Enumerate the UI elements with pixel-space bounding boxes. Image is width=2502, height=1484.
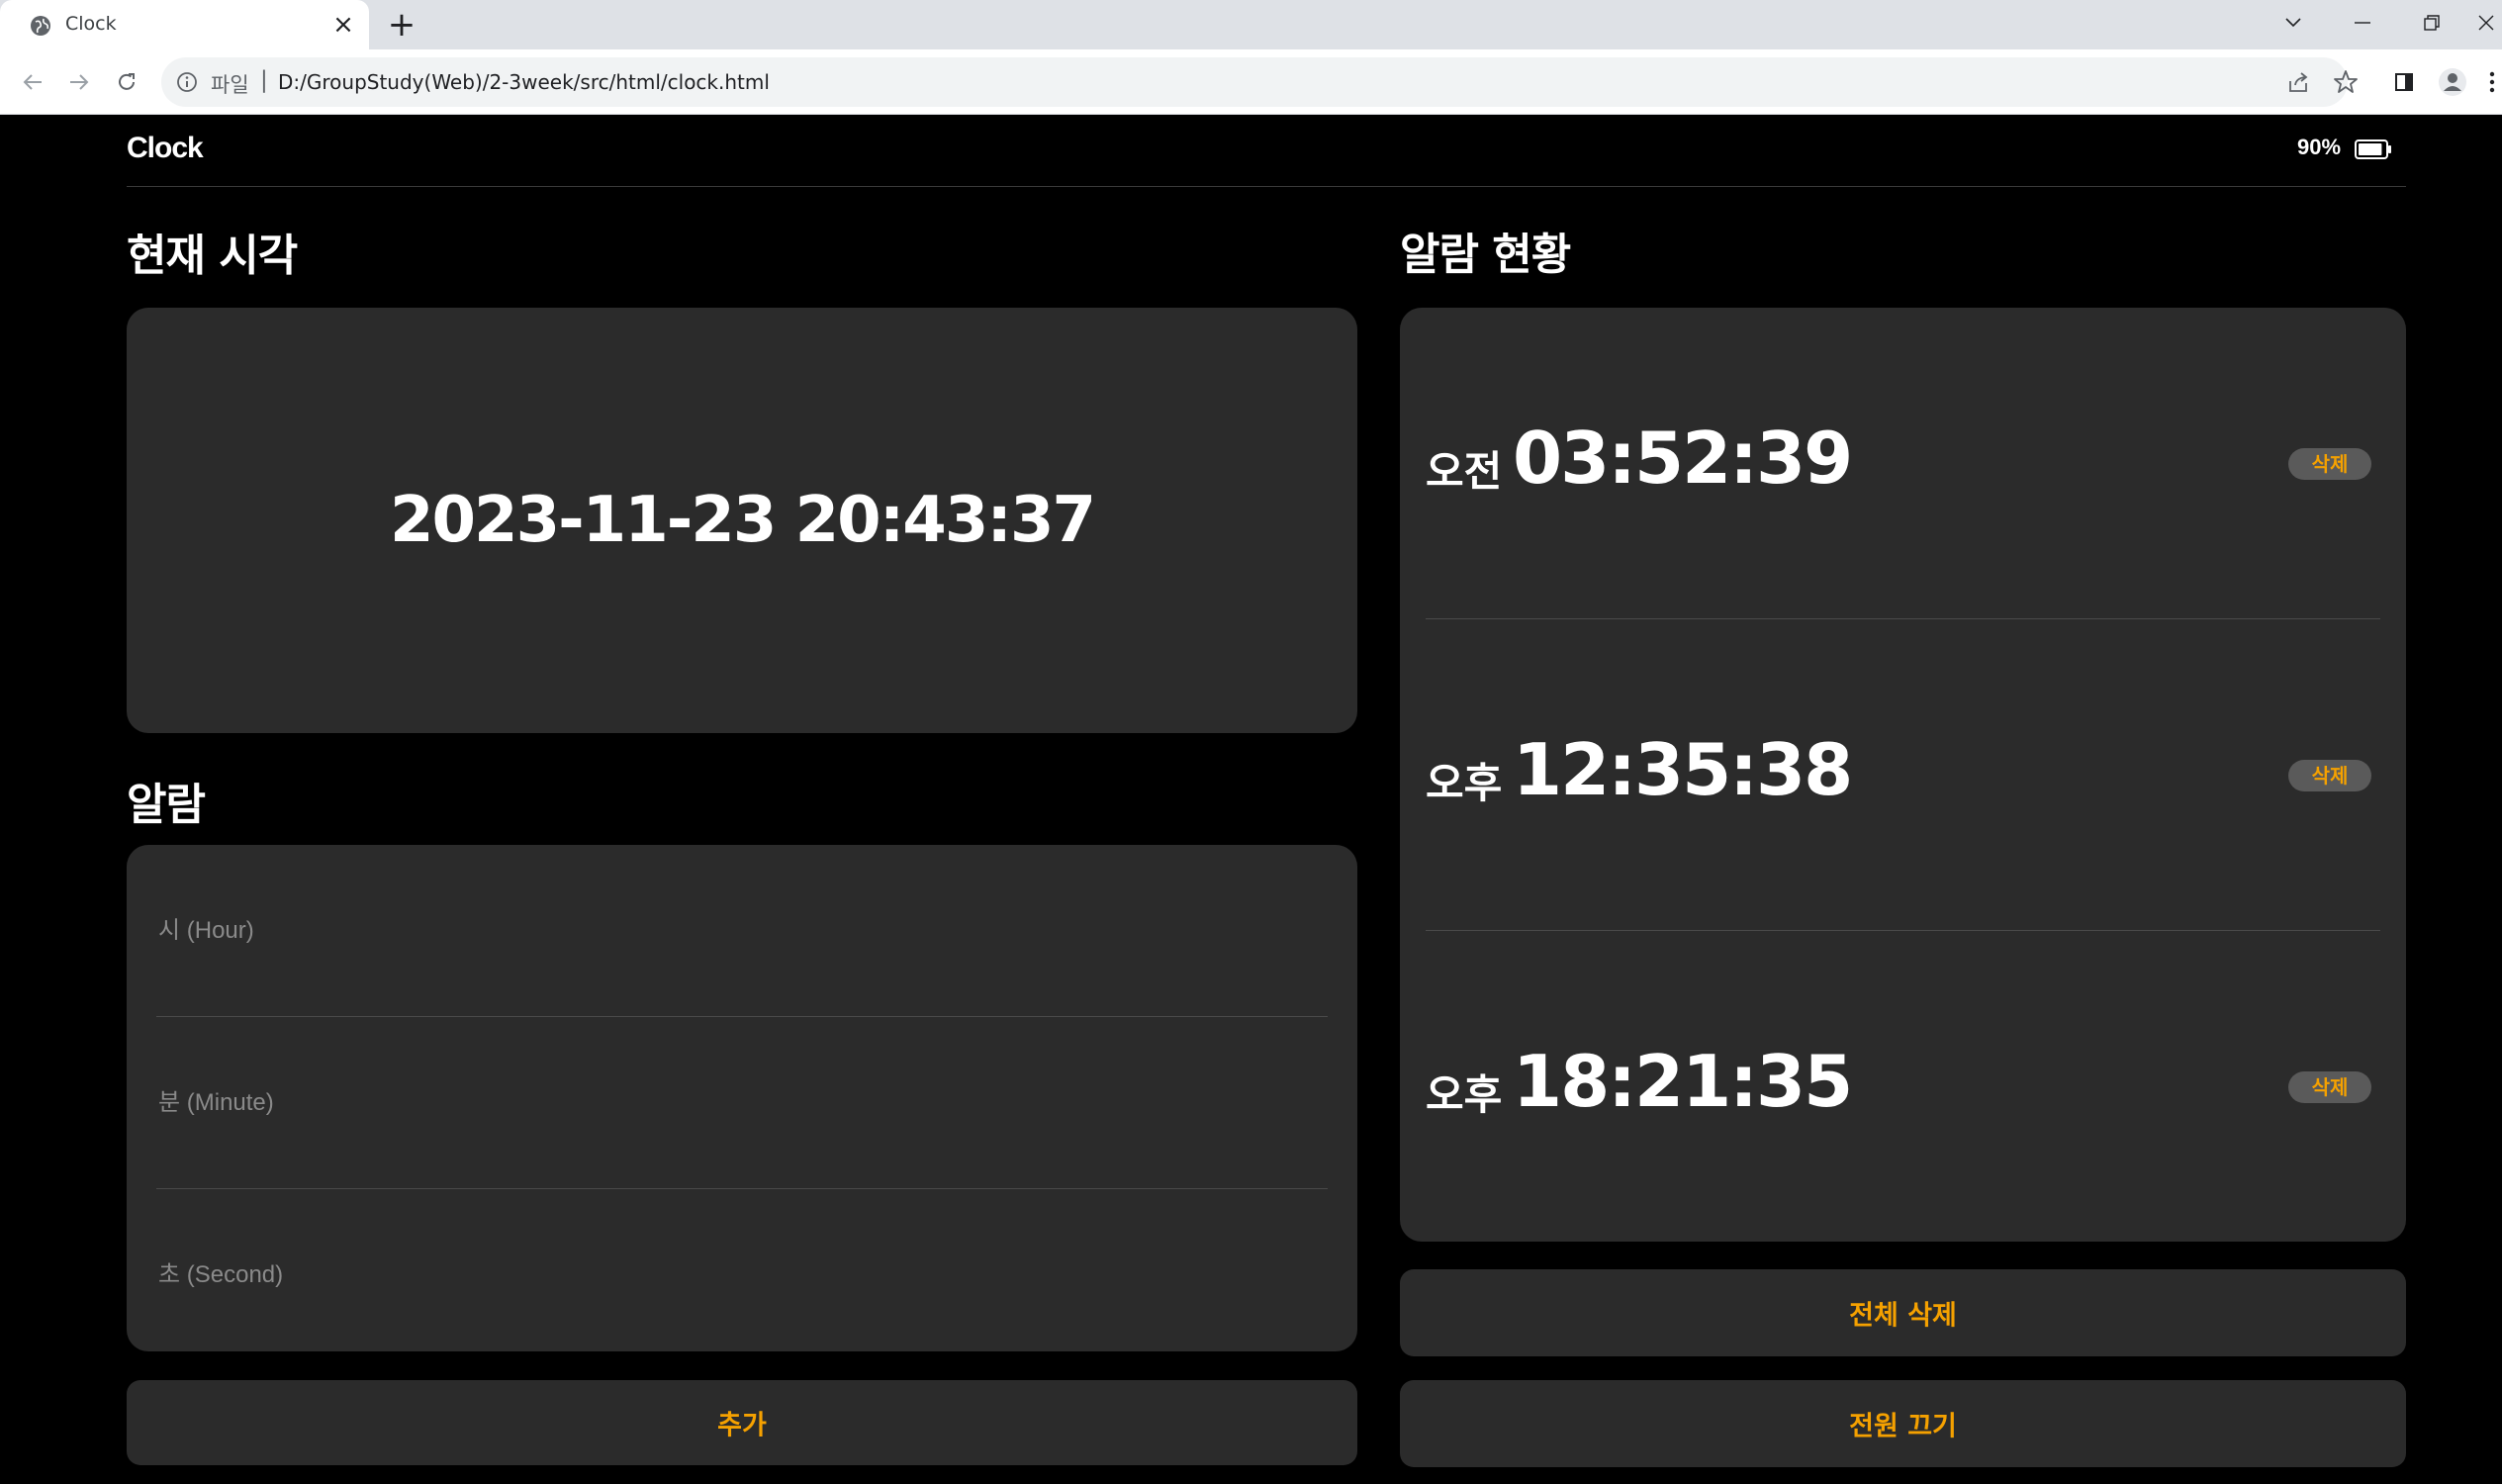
delete-all-label: 전체 삭제 — [1849, 1300, 1957, 1332]
tab-search-icon[interactable] — [2262, 0, 2325, 46]
bookmark-star-icon[interactable] — [2332, 68, 2360, 96]
battery-icon — [2355, 139, 2391, 159]
alarm-list-title: 알람 현황 — [1400, 230, 1571, 280]
current-time-display: 2023-11-23 20:43:37 — [389, 484, 1096, 557]
add-alarm-label: 추가 — [717, 1410, 767, 1441]
app-brand[interactable]: Clock — [127, 132, 204, 165]
profile-avatar-icon[interactable] — [2436, 65, 2469, 99]
add-alarm-button[interactable]: 추가 — [127, 1380, 1357, 1465]
delete-alarm-button[interactable]: 삭제 — [2288, 1071, 2371, 1103]
minute-input[interactable] — [156, 1017, 1328, 1188]
minimize-icon[interactable] — [2331, 0, 2394, 46]
hour-field — [156, 845, 1328, 1017]
alarm-form-card — [127, 845, 1357, 1361]
globe-icon — [31, 16, 50, 36]
minute-field — [156, 1017, 1328, 1189]
browser-tab-strip: Clock × + — [0, 0, 2502, 49]
clock-page: Clock 90% 현재 시각 2023-11-23 20:43:37 알람 추… — [0, 115, 2502, 1484]
info-icon[interactable] — [175, 70, 199, 94]
delete-all-button[interactable]: 전체 삭제 — [1400, 1269, 2406, 1356]
alarm-list-item: 오후 18:21:35 삭제 — [1426, 931, 2380, 1243]
reload-icon[interactable] — [110, 65, 143, 99]
current-time-title: 현재 시각 — [127, 231, 298, 281]
power-off-label: 전원 끄기 — [1849, 1411, 1957, 1442]
second-input[interactable] — [156, 1189, 1328, 1361]
alarm-list-item: 오전 03:52:39 삭제 — [1426, 308, 2380, 619]
forward-icon[interactable] — [62, 65, 96, 99]
new-tab-button[interactable]: + — [385, 8, 418, 42]
delete-alarm-button[interactable]: 삭제 — [2288, 448, 2371, 480]
delete-alarm-button[interactable]: 삭제 — [2288, 760, 2371, 791]
alarm-form-title: 알람 — [127, 780, 206, 830]
alarm-period: 오후 — [1426, 759, 1503, 807]
address-bar[interactable]: 파일 | D:/GroupStudy(Web)/2-3week/src/html… — [161, 57, 2358, 107]
url-separator: | — [260, 67, 268, 93]
power-off-button[interactable]: 전원 끄기 — [1400, 1380, 2406, 1467]
battery-percent: 90% — [2297, 135, 2342, 159]
second-field — [156, 1189, 1328, 1361]
alarm-period: 오후 — [1426, 1070, 1503, 1119]
alarm-list-item: 오후 12:35:38 삭제 — [1426, 619, 2380, 931]
menu-kebab-icon[interactable] — [2481, 65, 2502, 99]
hour-input[interactable] — [156, 845, 1328, 1016]
side-panel-icon[interactable] — [2387, 65, 2421, 99]
close-tab-icon[interactable]: × — [329, 11, 357, 39]
browser-toolbar: 파일 | D:/GroupStudy(Web)/2-3week/src/html… — [0, 49, 2502, 115]
current-time-card: 2023-11-23 20:43:37 — [127, 308, 1357, 733]
url-text[interactable]: D:/GroupStudy(Web)/2-3week/src/html/cloc… — [278, 70, 770, 94]
alarm-time: 03:52:39 — [1513, 417, 1853, 500]
url-scheme-label: 파일 — [211, 73, 249, 97]
alarm-time: 18:21:35 — [1513, 1040, 1853, 1123]
alarm-list-card: 오전 03:52:39 삭제 오후 12:35:38 삭제 오후 18:21:3… — [1400, 308, 2406, 1242]
app-header: Clock 90% — [127, 115, 2406, 187]
alarm-time: 12:35:38 — [1513, 728, 1853, 811]
back-icon[interactable] — [16, 65, 49, 99]
tab-title: Clock — [65, 13, 117, 35]
close-window-icon[interactable] — [2469, 0, 2502, 46]
share-icon[interactable] — [2286, 69, 2312, 95]
restore-icon[interactable] — [2400, 0, 2463, 46]
alarm-period: 오전 — [1426, 447, 1503, 496]
browser-tab[interactable]: Clock × — [0, 0, 369, 49]
